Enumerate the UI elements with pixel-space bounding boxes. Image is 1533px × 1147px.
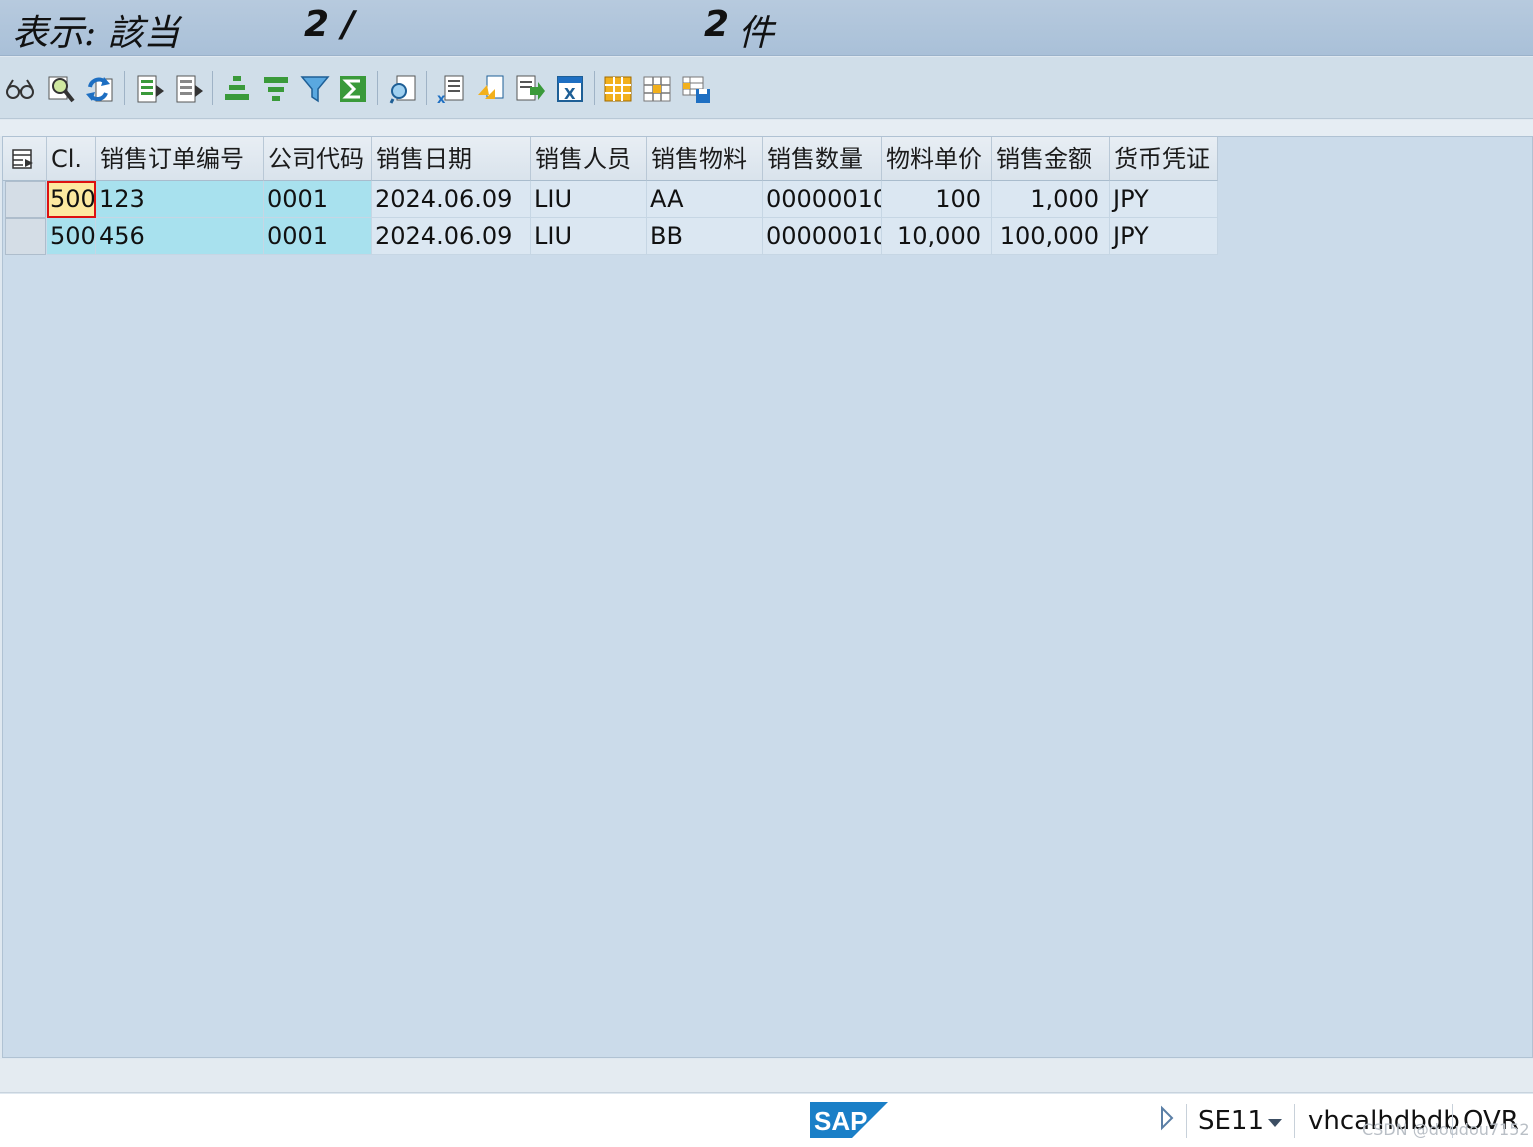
status-separator: [1294, 1104, 1295, 1138]
abc-analysis-icon[interactable]: [474, 73, 508, 105]
table-cell[interactable]: AA: [647, 181, 763, 218]
deselect-all-icon[interactable]: [172, 73, 206, 105]
title-count: 2 /: [304, 4, 355, 45]
toolbar-separator: [426, 71, 427, 105]
row-selector[interactable]: [5, 218, 46, 255]
column-header-client[interactable]: Cl.: [47, 137, 96, 181]
title-total: 2: [704, 4, 730, 45]
sum-icon[interactable]: [336, 73, 370, 105]
print-preview-icon[interactable]: [386, 73, 420, 105]
glasses-icon[interactable]: [4, 73, 38, 105]
footer-strip: [0, 1059, 1533, 1093]
row-selector[interactable]: [5, 181, 46, 218]
watermark: CSDN @doudou7152: [1362, 1120, 1530, 1139]
table-cell[interactable]: 2024.06.09: [372, 218, 531, 255]
column-header-salesperson[interactable]: 销售人员: [531, 137, 647, 181]
column-header-currency[interactable]: 货币凭证: [1110, 137, 1218, 181]
table-cell[interactable]: 100,000: [992, 218, 1110, 255]
table-cell[interactable]: 00000010: [763, 181, 882, 218]
toolbar-gap: [0, 120, 1533, 136]
layout-settings-icon[interactable]: [3, 137, 47, 181]
column-header-order-number[interactable]: 销售订单编号: [96, 137, 264, 181]
status-separator: [1186, 1104, 1187, 1138]
transaction-code: SE11: [1198, 1106, 1265, 1136]
table-cell[interactable]: JPY: [1110, 218, 1218, 255]
table-cell[interactable]: 100: [882, 181, 992, 218]
status-expand-icon[interactable]: [1158, 1104, 1176, 1139]
sort-ascending-icon[interactable]: [220, 73, 254, 105]
table-cell[interactable]: 2024.06.09: [372, 181, 531, 218]
column-header-unit-price[interactable]: 物料单价: [882, 137, 992, 181]
table-cell[interactable]: 00000010: [763, 218, 882, 255]
table-cell[interactable]: LIU: [531, 181, 647, 218]
title-bar: 表示: 該当 2 / 2 件: [0, 0, 1533, 56]
toolbar-separator: [377, 71, 378, 105]
table-cell[interactable]: 10,000: [882, 218, 992, 255]
table-cell[interactable]: LIU: [531, 218, 647, 255]
toolbar-separator: [124, 71, 125, 105]
sap-logo: SAP: [810, 1102, 888, 1138]
refresh-icon[interactable]: [83, 73, 117, 105]
word-icon[interactable]: X: [553, 73, 587, 105]
export-icon[interactable]: [513, 73, 547, 105]
table-cell[interactable]: 0001: [264, 218, 372, 255]
magnifier-icon[interactable]: [45, 73, 79, 105]
sort-descending-icon[interactable]: [259, 73, 293, 105]
table-cell[interactable]: BB: [647, 218, 763, 255]
table-cell[interactable]: 456: [96, 218, 264, 255]
table-cell[interactable]: 500: [47, 218, 96, 255]
column-header-quantity[interactable]: 销售数量: [763, 137, 882, 181]
select-all-icon[interactable]: [133, 73, 167, 105]
column-header-amount[interactable]: 销售金额: [992, 137, 1110, 181]
dropdown-arrow-icon[interactable]: [1266, 1108, 1284, 1138]
column-header-material[interactable]: 销售物料: [647, 137, 763, 181]
excel-export-icon[interactable]: x: [434, 73, 468, 105]
table-cell[interactable]: 500: [47, 181, 96, 218]
save-layout-icon[interactable]: [679, 73, 713, 105]
filter-icon[interactable]: [298, 73, 332, 105]
alv-toolbar: x X: [0, 57, 1533, 119]
table-cell[interactable]: 0001: [264, 181, 372, 218]
title-unit: 件: [738, 13, 775, 54]
status-bar: [0, 1094, 1533, 1147]
table-cell[interactable]: 123: [96, 181, 264, 218]
alv-grid: Cl. 销售订单编号 公司代码 销售日期 销售人员 销售物料 销售数量 物料单价…: [2, 136, 1533, 1058]
sap-logo-text: SAP: [814, 1106, 867, 1136]
change-layout-icon[interactable]: [601, 73, 635, 105]
toolbar-separator: [594, 71, 595, 105]
column-header-sales-date[interactable]: 销售日期: [372, 137, 531, 181]
choose-layout-icon[interactable]: [640, 73, 674, 105]
title-prefix: 表示: 該当: [12, 13, 180, 54]
table-cell[interactable]: JPY: [1110, 181, 1218, 218]
svg-text:X: X: [564, 85, 576, 103]
column-header-company-code[interactable]: 公司代码: [264, 137, 372, 181]
svg-text:x: x: [437, 92, 446, 105]
table-cell[interactable]: 1,000: [992, 181, 1110, 218]
toolbar-separator: [212, 71, 213, 105]
